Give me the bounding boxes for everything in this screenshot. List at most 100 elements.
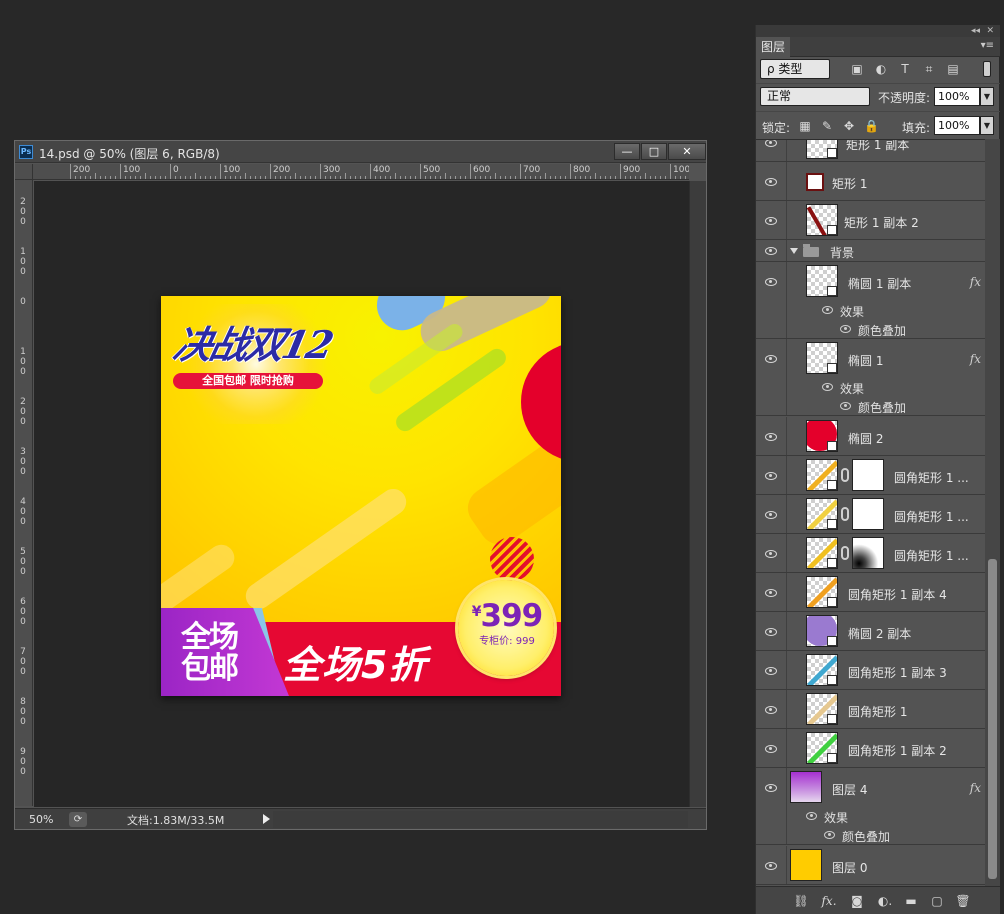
fx-icon[interactable]: fx (970, 352, 981, 366)
add-mask-icon[interactable]: ◙ (848, 892, 866, 910)
visibility-eye-icon[interactable] (764, 783, 778, 793)
image-icon[interactable]: ▣ (849, 61, 865, 77)
visibility-eye-icon[interactable] (764, 666, 778, 676)
layer-row[interactable]: 椭圆 2 副本 (756, 612, 985, 651)
visibility-eye-icon[interactable] (764, 246, 778, 256)
effects-row[interactable]: 效果 (756, 807, 985, 826)
zoom-level-field[interactable]: 50% (17, 811, 67, 828)
ruler-label: 0 (20, 297, 26, 307)
layer-row[interactable]: 圆角矩形 1 ... (756, 495, 985, 534)
layer-mask-thumbnail[interactable] (852, 459, 884, 491)
shape-icon[interactable]: ⌗ (921, 61, 937, 77)
effect-eye-icon[interactable] (824, 831, 836, 840)
visibility-eye-icon[interactable] (764, 744, 778, 754)
visibility-eye-icon[interactable] (764, 549, 778, 559)
layer-row[interactable]: 圆角矩形 1 副本 4 (756, 573, 985, 612)
fill-dropdown-icon[interactable]: ▼ (980, 116, 994, 135)
layer-row[interactable]: 图层 0 (756, 846, 985, 885)
chain-link-icon[interactable] (841, 468, 849, 482)
visibility-eye-icon[interactable] (764, 861, 778, 871)
effect-eye-icon[interactable] (806, 812, 818, 821)
visibility-eye-icon[interactable] (764, 432, 778, 442)
visibility-eye-icon[interactable] (764, 627, 778, 637)
visibility-eye-icon[interactable] (764, 588, 778, 598)
ruler-minor-tick (400, 176, 401, 179)
effects-row[interactable]: 效果 (756, 378, 985, 397)
vertical-ruler[interactable]: 200 100 0 100 200 300 400 500 600 700 800 900 (15, 180, 33, 806)
panel-menu-icon[interactable]: ▾≡ (981, 40, 994, 51)
fx-icon[interactable]: fx. (820, 892, 838, 910)
lock-paint-icon[interactable]: ✎ (820, 119, 834, 133)
filter-kind-select[interactable]: ρ 类型 (760, 59, 830, 79)
layer-mask-thumbnail[interactable] (852, 537, 884, 569)
effect-eye-icon[interactable] (822, 306, 834, 315)
status-menu-arrow-icon[interactable] (263, 814, 270, 824)
new-group-folder-icon[interactable]: ▬ (902, 892, 920, 910)
minimize-button[interactable]: — (614, 143, 640, 160)
horizontal-ruler[interactable]: 20010001002003004005006007008009001000 (33, 164, 689, 180)
layer-row[interactable]: 矩形 1 副本 2 (756, 201, 985, 240)
blend-mode-select[interactable]: 正常 (760, 87, 870, 106)
panel-close-icon[interactable]: ✕ (986, 25, 994, 37)
visibility-eye-icon[interactable] (764, 705, 778, 715)
artwork-canvas[interactable]: 决战双12 全国包邮 限时抢购 全场包邮 全场5折 ¥399 专柜价: 999 (161, 296, 561, 696)
chain-link-icon[interactable] (841, 507, 849, 521)
group-row[interactable]: 背景 (756, 240, 985, 262)
visibility-eye-icon[interactable] (764, 354, 778, 364)
layer-row[interactable]: 圆角矩形 1 (756, 690, 985, 729)
layer-row[interactable]: 椭圆 1 副本 fx (756, 262, 985, 301)
layer-row[interactable]: 矩形 1 副本 (756, 140, 985, 162)
effect-eye-icon[interactable] (840, 325, 852, 334)
tab-layers[interactable]: 图层 (756, 37, 790, 57)
fx-icon[interactable]: fx (970, 275, 981, 289)
effect-eye-icon[interactable] (822, 383, 834, 392)
layer-row[interactable]: 圆角矩形 1 ... (756, 534, 985, 573)
layer-row[interactable]: 圆角矩形 1 副本 3 (756, 651, 985, 690)
lock-position-icon[interactable]: ✥ (842, 119, 856, 133)
adjustment-icon[interactable]: ◐ (873, 61, 889, 77)
visibility-eye-icon[interactable] (764, 471, 778, 481)
lock-transparent-icon[interactable]: ▦ (798, 119, 812, 133)
status-preview-icon[interactable]: ⟳ (69, 812, 87, 827)
layer-row[interactable]: 矩形 1 (756, 162, 985, 201)
link-layers-icon[interactable]: ⛓ (792, 892, 810, 910)
vertical-scrollbar[interactable] (689, 181, 706, 807)
maximize-button[interactable]: □ (641, 143, 667, 160)
visibility-eye-icon[interactable] (764, 277, 778, 287)
adjustment-layer-icon[interactable]: ◐. (876, 892, 894, 910)
document-titlebar[interactable]: Ps 14.psd @ 50% (图层 6, RGB/8) — □ ✕ (15, 141, 706, 163)
effect-row[interactable]: 颜色叠加 (756, 320, 985, 339)
visibility-eye-icon[interactable] (764, 510, 778, 520)
new-layer-icon[interactable]: ▢ (928, 892, 946, 910)
smart-object-icon[interactable]: ▤ (945, 61, 961, 77)
trash-icon[interactable]: 🗑 (954, 892, 972, 910)
collapse-icon[interactable]: ◂◂ (971, 25, 980, 37)
opacity-field[interactable]: 100% (934, 87, 980, 106)
layer-row[interactable]: 椭圆 1 fx (756, 339, 985, 378)
effect-row[interactable]: 颜色叠加 (756, 826, 985, 845)
scrollbar-thumb[interactable] (988, 559, 997, 879)
chain-link-icon[interactable] (841, 546, 849, 560)
visibility-eye-icon[interactable] (764, 140, 778, 148)
layer-row[interactable]: 圆角矩形 1 ... (756, 456, 985, 495)
filter-toggle[interactable] (983, 61, 991, 77)
effects-row[interactable]: 效果 (756, 301, 985, 320)
expand-arrow-icon[interactable] (790, 248, 798, 254)
layer-row[interactable]: 圆角矩形 1 副本 2 (756, 729, 985, 768)
type-icon[interactable]: T (897, 61, 913, 77)
fill-field[interactable]: 100% (934, 116, 980, 135)
fx-icon[interactable]: fx (970, 781, 981, 795)
visibility-eye-icon[interactable] (764, 216, 778, 226)
lock-all-icon[interactable]: 🔒 (864, 119, 879, 133)
close-button[interactable]: ✕ (668, 143, 706, 160)
effect-eye-icon[interactable] (840, 402, 852, 411)
opacity-dropdown-icon[interactable]: ▼ (980, 87, 994, 106)
effect-row[interactable]: 颜色叠加 (756, 397, 985, 416)
visibility-eye-icon[interactable] (764, 177, 778, 187)
layer-row[interactable]: 椭圆 2 (756, 417, 985, 456)
layer-row[interactable]: 图层 4 fx (756, 768, 985, 807)
layer-mask-thumbnail[interactable] (852, 498, 884, 530)
layers-scrollbar[interactable] (985, 139, 1000, 886)
ruler-origin[interactable] (15, 164, 33, 180)
horizontal-scrollbar[interactable] (273, 811, 688, 828)
